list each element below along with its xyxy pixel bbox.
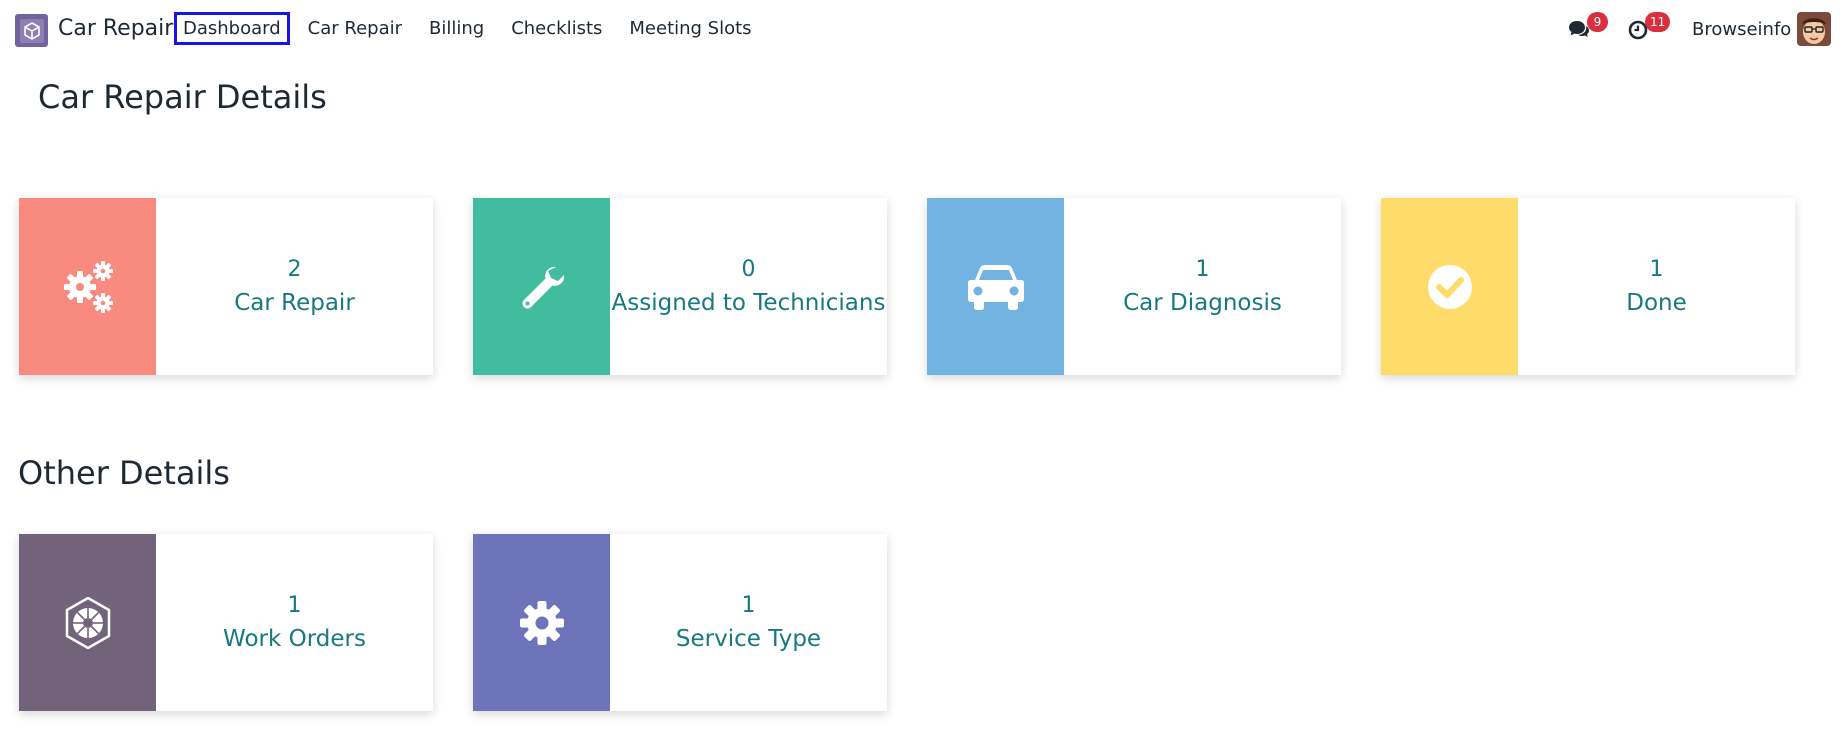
card-count: 2	[287, 256, 302, 282]
card-car-repair[interactable]: 2 Car Repair	[19, 198, 433, 375]
section-title-car-repair-details: Car Repair Details	[38, 78, 327, 116]
top-navbar: Car Repair Dashboard Car Repair Billing …	[0, 0, 1846, 57]
card-label: Work Orders	[223, 625, 366, 652]
card-label: Done	[1626, 289, 1687, 316]
card-service-type[interactable]: 1 Service Type	[473, 534, 887, 711]
main-menu: Dashboard Car Repair Billing Checklists …	[174, 12, 770, 45]
check-circle-icon	[1427, 264, 1472, 309]
card-count: 1	[741, 592, 756, 618]
user-name[interactable]: Browseinfo	[1692, 19, 1791, 40]
app-logo[interactable]	[15, 14, 48, 47]
emblem-icon	[65, 596, 110, 649]
card-label: Assigned to Technicians	[611, 289, 886, 316]
menu-car-repair[interactable]: Car Repair	[299, 12, 411, 45]
card-body: 1 Done	[1518, 198, 1795, 375]
card-label: Service Type	[675, 625, 822, 652]
messages-badge: 9	[1587, 12, 1608, 32]
avatar-image	[1797, 12, 1831, 46]
card-assigned-to-technicians[interactable]: 0 Assigned to Technicians	[473, 198, 887, 375]
card-label: Car Repair	[234, 289, 355, 316]
card-icon-box	[473, 198, 610, 375]
card-body: 2 Car Repair	[156, 198, 433, 375]
gears-icon	[63, 260, 113, 313]
card-work-orders[interactable]: 1 Work Orders	[19, 534, 433, 711]
app-cube-icon	[19, 18, 44, 43]
card-count: 1	[287, 592, 302, 618]
menu-billing[interactable]: Billing	[420, 12, 493, 45]
card-body: 1 Service Type	[610, 534, 887, 711]
card-body: 1 Work Orders	[156, 534, 433, 711]
wrench-icon	[522, 266, 564, 308]
card-icon-box	[19, 198, 156, 375]
card-count: 1	[1195, 256, 1210, 282]
user-avatar[interactable]	[1797, 12, 1831, 46]
card-label: Car Diagnosis	[1123, 289, 1282, 316]
card-body: 0 Assigned to Technicians	[610, 198, 887, 375]
menu-meeting-slots[interactable]: Meeting Slots	[620, 12, 760, 45]
gear-icon	[519, 600, 564, 645]
activities-button[interactable]: 11	[1627, 0, 1677, 57]
activities-badge: 11	[1645, 12, 1671, 32]
car-icon	[967, 264, 1024, 310]
messages-button[interactable]: 9	[1568, 0, 1608, 57]
card-car-diagnosis[interactable]: 1 Car Diagnosis	[927, 198, 1341, 375]
card-icon-box	[19, 534, 156, 711]
menu-checklists[interactable]: Checklists	[502, 12, 611, 45]
card-count: 1	[1649, 256, 1664, 282]
section-title-other-details: Other Details	[18, 454, 230, 492]
card-icon-box	[1381, 198, 1518, 375]
app-name[interactable]: Car Repair	[58, 16, 173, 41]
card-done[interactable]: 1 Done	[1381, 198, 1795, 375]
menu-dashboard[interactable]: Dashboard	[174, 12, 290, 45]
card-icon-box	[473, 534, 610, 711]
card-icon-box	[927, 198, 1064, 375]
card-body: 1 Car Diagnosis	[1064, 198, 1341, 375]
card-count: 0	[741, 256, 756, 282]
